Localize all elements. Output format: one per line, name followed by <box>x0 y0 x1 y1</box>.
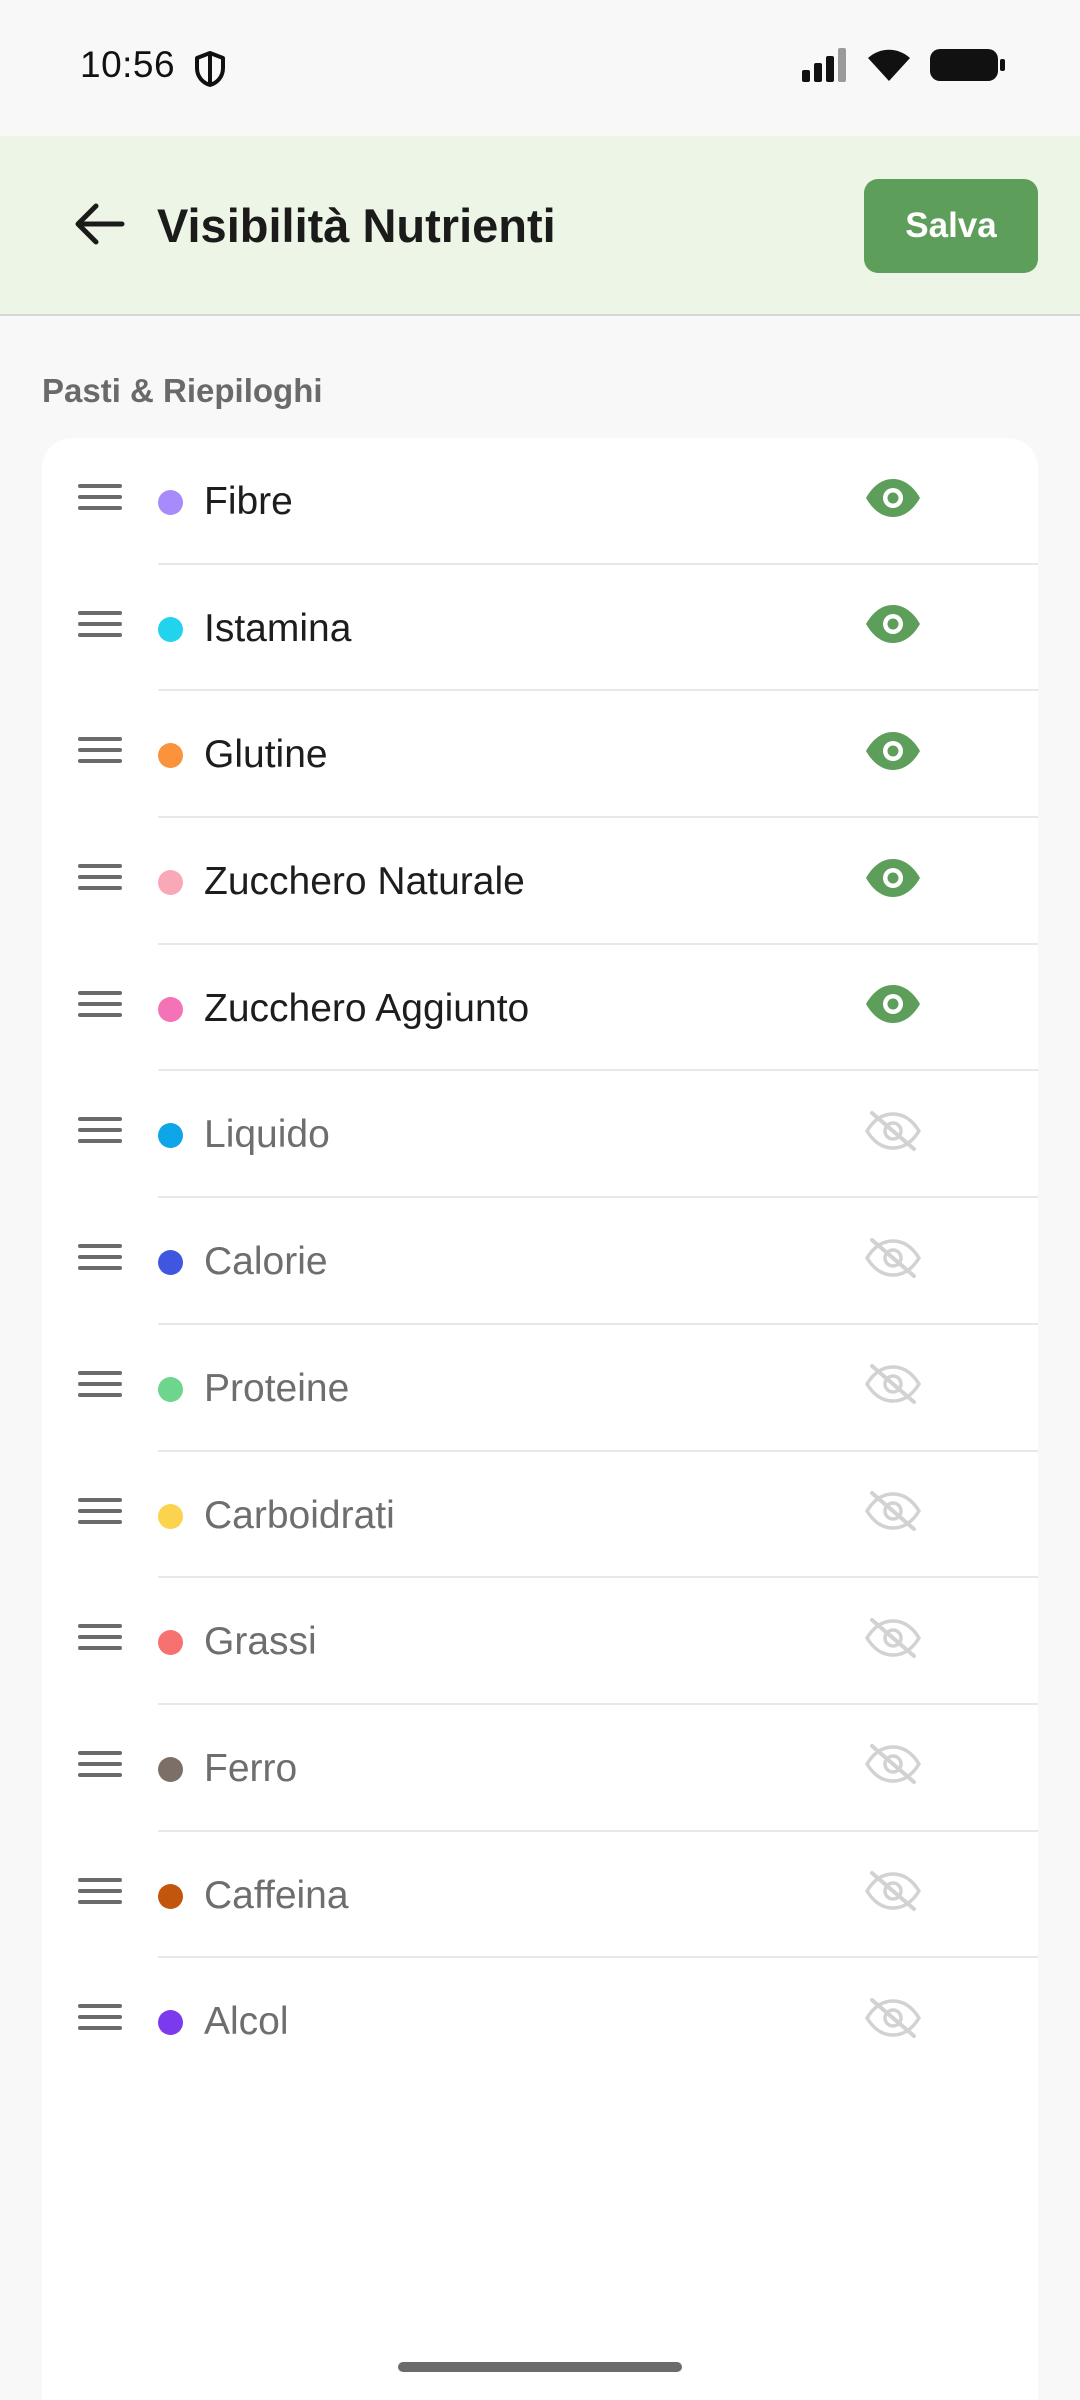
eye-off-icon <box>864 1616 922 1665</box>
color-dot <box>158 743 183 769</box>
nutrient-name: Zucchero Aggiunto <box>204 986 530 1030</box>
nutrient-row[interactable]: Proteine <box>42 1325 1038 1452</box>
nutrient-name: Grassi <box>204 1620 317 1664</box>
eye-icon <box>864 478 922 523</box>
nutrient-row[interactable]: Glutine <box>42 691 1038 819</box>
nutrient-row[interactable]: Ferro <box>42 1705 1038 1832</box>
nutrient-row[interactable]: Alcol <box>42 1958 1038 2085</box>
nutrient-row[interactable]: Liquido <box>42 1071 1038 1199</box>
eye-icon <box>864 604 922 649</box>
nutrient-name: Calorie <box>204 1240 328 1284</box>
visibility-toggle[interactable] <box>862 1361 924 1413</box>
drag-handle-icon[interactable] <box>78 737 122 771</box>
nutrient-name: Fibre <box>204 480 293 523</box>
visibility-toggle[interactable] <box>862 1741 924 1793</box>
color-dot <box>158 1883 183 1909</box>
color-dot <box>158 1630 183 1656</box>
eye-off-icon <box>864 1489 922 1538</box>
color-dot <box>158 1376 183 1402</box>
drag-handle-icon[interactable] <box>78 1497 122 1532</box>
nutrient-row[interactable]: Calorie <box>42 1198 1038 1325</box>
nutrient-name: Zucchero Naturale <box>204 860 525 904</box>
status-bar: 10:56 <box>0 0 1080 136</box>
nutrient-card: Fibre Istamina Glutine Zucchero Naturale <box>42 438 1038 2400</box>
visibility-toggle[interactable] <box>862 1488 924 1540</box>
status-time: 10:56 <box>80 44 176 85</box>
eye-icon <box>864 984 922 1029</box>
visibility-toggle[interactable] <box>862 854 924 906</box>
color-dot <box>158 616 183 642</box>
nutrient-row[interactable]: Zucchero Naturale <box>42 818 1038 945</box>
eye-off-icon <box>864 1742 922 1791</box>
drag-handle-icon[interactable] <box>78 1750 122 1785</box>
eye-off-icon <box>864 1362 922 1411</box>
visibility-toggle[interactable] <box>862 1994 924 2046</box>
visibility-toggle[interactable] <box>862 1234 924 1286</box>
nutrient-name: Liquido <box>204 1113 330 1157</box>
wifi-icon <box>866 47 912 88</box>
drag-handle-icon[interactable] <box>78 484 122 518</box>
page-title: Visibilità Nutrienti <box>157 199 556 252</box>
drag-handle-icon[interactable] <box>78 1244 122 1278</box>
color-dot <box>158 1503 183 1529</box>
nutrient-row[interactable]: Carboidrati <box>42 1452 1038 1579</box>
drag-handle-icon[interactable] <box>78 864 122 898</box>
home-indicator[interactable] <box>398 2362 682 2372</box>
section-label: Pasti & Riepiloghi <box>42 372 323 409</box>
eye-off-icon <box>864 1996 922 2045</box>
nutrient-row[interactable]: Zucchero Aggiunto <box>42 945 1038 1072</box>
app-bar: Visibilità Nutrienti Salva <box>0 136 1080 316</box>
back-button[interactable] <box>62 188 138 264</box>
color-dot <box>158 1756 183 1782</box>
drag-handle-icon[interactable] <box>78 1624 122 1658</box>
battery-icon <box>930 47 1006 88</box>
eye-off-icon <box>864 1109 922 1158</box>
color-dot <box>158 1123 183 1149</box>
eye-icon <box>864 731 922 776</box>
save-button[interactable]: Salva <box>864 179 1038 273</box>
visibility-toggle[interactable] <box>862 1107 924 1159</box>
nutrient-name: Proteine <box>204 1366 350 1410</box>
drag-handle-icon[interactable] <box>78 1877 122 1912</box>
drag-handle-icon[interactable] <box>78 1117 122 1151</box>
nutrient-name: Ferro <box>204 1746 298 1790</box>
drag-handle-icon[interactable] <box>78 2004 122 2038</box>
nutrient-row[interactable]: Grassi <box>42 1578 1038 1705</box>
status-icons <box>802 47 1006 88</box>
nutrient-name: Glutine <box>204 733 328 777</box>
visibility-toggle[interactable] <box>862 727 924 779</box>
visibility-toggle[interactable] <box>862 1614 924 1666</box>
color-dot <box>158 1250 183 1276</box>
nutrient-name: Caffeina <box>204 1873 349 1917</box>
nutrient-row[interactable]: Caffeina <box>42 1832 1038 1959</box>
arrow-left-icon <box>74 202 126 251</box>
eye-off-icon <box>864 1236 922 1285</box>
drag-handle-icon[interactable] <box>78 610 122 645</box>
signal-icon <box>802 48 848 87</box>
color-dot <box>158 870 183 896</box>
shield-icon <box>193 50 227 93</box>
visibility-toggle[interactable] <box>862 601 924 653</box>
color-dot <box>158 490 183 515</box>
nutrient-row[interactable]: Fibre <box>42 438 1038 565</box>
nutrient-list: Fibre Istamina Glutine Zucchero Naturale <box>42 438 1038 2085</box>
color-dot <box>158 996 183 1022</box>
visibility-toggle[interactable] <box>862 1868 924 1920</box>
nutrient-row[interactable]: Istamina <box>42 565 1038 692</box>
drag-handle-icon[interactable] <box>78 990 122 1025</box>
visibility-toggle[interactable] <box>862 981 924 1033</box>
nutrient-name: Istamina <box>204 606 352 650</box>
eye-icon <box>864 858 922 903</box>
visibility-toggle[interactable] <box>862 474 924 526</box>
nutrient-name: Alcol <box>204 2000 289 2044</box>
nutrient-name: Carboidrati <box>204 1493 395 1537</box>
drag-handle-icon[interactable] <box>78 1370 122 1405</box>
eye-off-icon <box>864 1869 922 1918</box>
color-dot <box>158 2010 183 2036</box>
